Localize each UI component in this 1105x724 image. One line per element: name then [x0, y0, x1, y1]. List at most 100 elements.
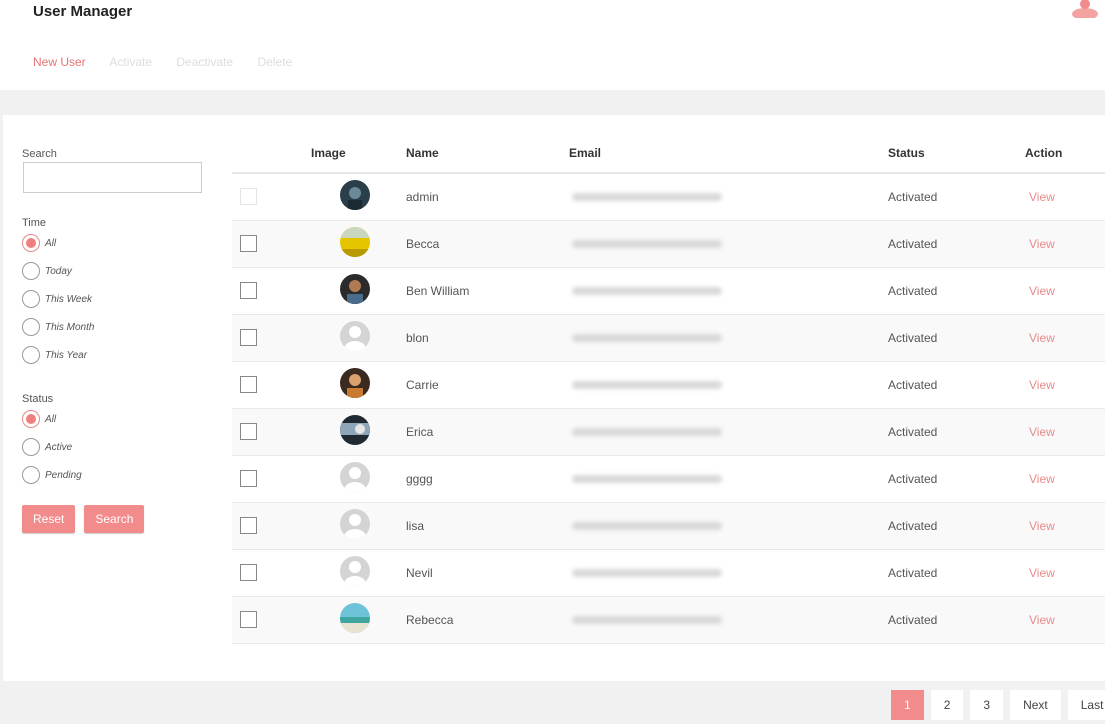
view-link[interactable]: View	[1029, 613, 1055, 627]
table-row: Nevil Activated View	[232, 549, 1105, 597]
user-avatar-icon	[340, 509, 370, 545]
row-checkbox[interactable]	[240, 188, 257, 206]
user-status: Activated	[888, 596, 1025, 644]
table-header-row: Image Name Email Status Action	[232, 133, 1105, 174]
time-option-this-month[interactable]: This Month	[22, 313, 207, 341]
user-name: Ben William	[406, 267, 569, 315]
user-avatar-icon[interactable]	[1070, 0, 1100, 18]
email-redacted	[572, 333, 722, 342]
view-link[interactable]: View	[1029, 237, 1055, 251]
row-checkbox[interactable]	[240, 423, 257, 440]
new-user-button[interactable]: New User	[33, 55, 86, 69]
radio[interactable]	[22, 262, 40, 280]
page-1-button[interactable]: 1	[891, 690, 924, 720]
status-option-active[interactable]: Active	[22, 433, 207, 461]
radio-selected[interactable]	[22, 234, 40, 252]
user-avatar-icon	[340, 368, 370, 398]
search-label: Search	[22, 148, 57, 160]
filter-sidebar: Search Time All Today This Week This Mon…	[22, 148, 207, 533]
user-status: Activated	[888, 502, 1025, 550]
row-checkbox[interactable]	[240, 329, 257, 346]
table-row: admin Activated View	[232, 173, 1105, 221]
user-status: Activated	[888, 220, 1025, 268]
activate-button[interactable]: Activate	[109, 55, 152, 69]
row-checkbox[interactable]	[240, 235, 257, 252]
view-link[interactable]: View	[1029, 284, 1055, 298]
email-redacted	[572, 615, 722, 624]
view-link[interactable]: View	[1029, 566, 1055, 580]
user-status: Activated	[888, 314, 1025, 362]
table-row: blon Activated View	[232, 314, 1105, 362]
view-link[interactable]: View	[1029, 519, 1055, 533]
user-name: Carrie	[406, 361, 569, 409]
email-header: Email	[569, 133, 888, 174]
last-page-button[interactable]: Last	[1067, 690, 1105, 720]
time-option-this-year[interactable]: This Year	[22, 341, 207, 369]
page-title: User Manager	[33, 3, 133, 20]
row-checkbox[interactable]	[240, 282, 257, 299]
user-name: Rebecca	[406, 596, 569, 644]
user-avatar-icon	[340, 321, 370, 357]
user-avatar-icon	[340, 462, 370, 498]
table-row: gggg Activated View	[232, 455, 1105, 503]
user-name: Nevil	[406, 549, 569, 597]
user-avatar-icon	[340, 415, 370, 445]
delete-button[interactable]: Delete	[257, 55, 292, 69]
user-name: lisa	[406, 502, 569, 550]
status-header: Status	[888, 133, 1025, 174]
user-status: Activated	[888, 173, 1025, 221]
status-option-all[interactable]: All	[22, 405, 207, 433]
row-checkbox[interactable]	[240, 470, 257, 487]
radio[interactable]	[22, 290, 40, 308]
view-link[interactable]: View	[1029, 190, 1055, 204]
row-checkbox[interactable]	[240, 517, 257, 534]
table-row: Becca Activated View	[232, 220, 1105, 268]
time-label: Time	[22, 217, 47, 229]
radio[interactable]	[22, 346, 40, 364]
user-name: admin	[406, 173, 569, 221]
time-option-this-week[interactable]: This Week	[22, 285, 207, 313]
email-redacted	[572, 568, 722, 577]
email-redacted	[572, 521, 722, 530]
table-row: Carrie Activated View	[232, 361, 1105, 409]
user-avatar-icon	[340, 227, 370, 257]
user-name: Erica	[406, 408, 569, 456]
filter-buttons: Reset Search	[22, 505, 207, 533]
radio-selected[interactable]	[22, 410, 40, 428]
status-option-pending[interactable]: Pending	[22, 461, 207, 489]
view-link[interactable]: View	[1029, 472, 1055, 486]
view-link[interactable]: View	[1029, 378, 1055, 392]
email-redacted	[572, 239, 722, 248]
email-redacted	[572, 380, 722, 389]
radio[interactable]	[22, 466, 40, 484]
status-label: Status	[22, 393, 54, 405]
user-avatar-icon	[340, 180, 370, 211]
page-3-button[interactable]: 3	[970, 690, 1004, 720]
next-page-button[interactable]: Next	[1010, 690, 1061, 720]
time-option-today[interactable]: Today	[22, 257, 207, 285]
toolbar-actions: New User Activate Deactivate Delete	[33, 55, 313, 69]
reset-button[interactable]: Reset	[22, 505, 76, 533]
top-bar: User Manager New User Activate Deactivat…	[0, 0, 1105, 90]
user-name: Becca	[406, 220, 569, 268]
image-header: Image	[258, 133, 406, 174]
row-checkbox[interactable]	[240, 611, 257, 628]
radio[interactable]	[22, 438, 40, 456]
user-status: Activated	[888, 455, 1025, 503]
radio[interactable]	[22, 318, 40, 336]
email-redacted	[572, 427, 722, 436]
user-name: blon	[406, 314, 569, 362]
view-link[interactable]: View	[1029, 425, 1055, 439]
row-checkbox[interactable]	[240, 376, 257, 393]
action-header: Action	[1025, 133, 1105, 174]
name-header: Name	[406, 133, 569, 174]
email-redacted	[572, 474, 722, 483]
row-checkbox[interactable]	[240, 564, 257, 581]
deactivate-button[interactable]: Deactivate	[176, 55, 233, 69]
search-button[interactable]: Search	[84, 505, 145, 533]
search-input[interactable]	[23, 162, 202, 193]
view-link[interactable]: View	[1029, 331, 1055, 345]
user-status: Activated	[888, 408, 1025, 456]
time-option-all[interactable]: All	[22, 229, 207, 257]
page-2-button[interactable]: 2	[930, 690, 964, 720]
